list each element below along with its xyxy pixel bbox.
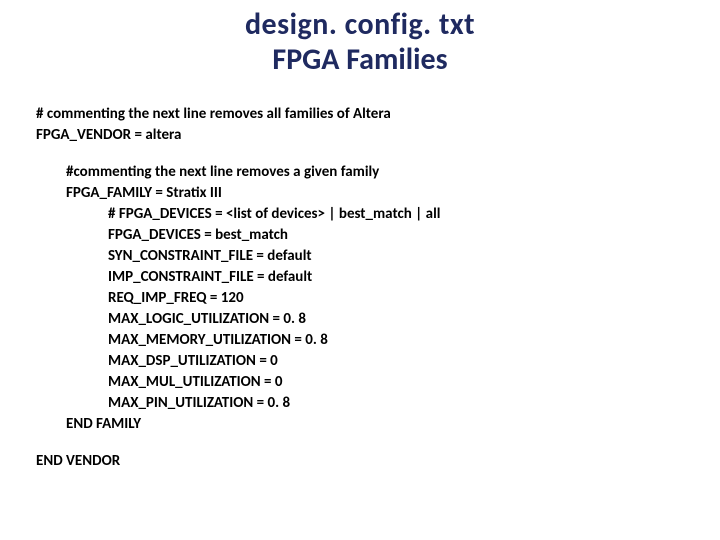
vendor-line: FPGA_VENDOR = altera <box>36 125 684 146</box>
param-max-pin: MAX_PIN_UTILIZATION = 0. 8 <box>36 393 684 414</box>
title-block: design. config. txt FPGA Families <box>0 0 720 76</box>
title-line-2: FPGA Families <box>0 43 720 76</box>
param-devices-comment: # FPGA_DEVICES = <list of devices> | bes… <box>36 204 684 225</box>
param-imp-constraint: IMP_CONSTRAINT_FILE = default <box>36 267 684 288</box>
family-comment: #commenting the next line removes a give… <box>36 162 684 183</box>
family-line: FPGA_FAMILY = Stratix III <box>36 183 684 204</box>
param-req-imp-freq: REQ_IMP_FREQ = 120 <box>36 288 684 309</box>
param-max-mul: MAX_MUL_UTILIZATION = 0 <box>36 372 684 393</box>
param-max-logic: MAX_LOGIC_UTILIZATION = 0. 8 <box>36 309 684 330</box>
param-max-dsp: MAX_DSP_UTILIZATION = 0 <box>36 351 684 372</box>
vendor-comment: # commenting the next line removes all f… <box>36 104 684 125</box>
title-line-1: design. config. txt <box>0 8 720 41</box>
param-devices: FPGA_DEVICES = best_match <box>36 225 684 246</box>
end-vendor: END VENDOR <box>36 451 684 472</box>
slide: design. config. txt FPGA Families # comm… <box>0 0 720 540</box>
param-syn-constraint: SYN_CONSTRAINT_FILE = default <box>36 246 684 267</box>
config-text: # commenting the next line removes all f… <box>0 76 720 472</box>
param-max-memory: MAX_MEMORY_UTILIZATION = 0. 8 <box>36 330 684 351</box>
end-family: END FAMILY <box>36 414 684 435</box>
